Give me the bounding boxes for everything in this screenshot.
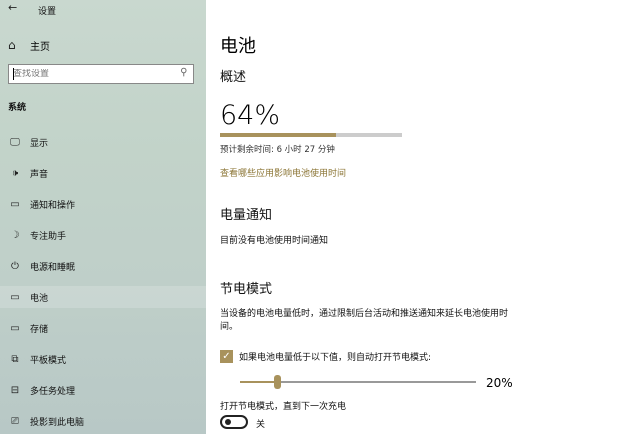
title-bar: ← 设置 [0,0,206,20]
sidebar-item-focus-assist[interactable]: ☽ 专注助手 [0,224,206,246]
home-nav-item[interactable]: ⌂ 主页 [8,36,198,54]
sidebar-item-label: 存储 [30,324,49,335]
sidebar-item-label: 平板模式 [30,355,67,366]
sidebar-item-multitasking[interactable]: ⊟ 多任务处理 [0,379,206,401]
saver-toggle-label: 打开节电模式，直到下一次充电 [220,402,347,412]
sidebar-item-label: 声音 [30,169,49,180]
sidebar-item-label: 投影到此电脑 [30,417,85,428]
back-button[interactable]: ← [8,1,17,14]
sidebar-item-label: 电池 [30,293,49,304]
sidebar-item-label: 显示 [30,138,49,149]
sidebar-item-label: 多任务处理 [30,386,76,397]
sidebar-item-battery[interactable]: ▭ 电池 [0,286,206,308]
remaining-time: 预计剩余时间: 6 小时 27 分钟 [220,145,335,155]
page-title: 电池 [220,36,256,57]
saver-toggle-switch[interactable] [220,415,248,429]
multitask-icon: ⊟ [10,384,20,396]
sidebar-item-tablet-mode[interactable]: ⧉ 平板模式 [0,348,206,370]
sidebar-item-label: 通知和操作 [30,200,76,211]
sidebar: ← 设置 ⌂ 主页 ⚲ 系统 🖵 显示 🕩 声音 ▭ 通知和操作 ☽ 专注助手 … [0,0,206,434]
sidebar-item-label: 电源和睡眠 [30,262,76,273]
slider-value: 20% [486,376,513,390]
description-line: 当设备的电池电量低时，通过限制后台活动和推送通知来延长电池使用时 [220,309,509,319]
slider-filled-track [240,381,278,383]
battery-icon: ▭ [10,291,20,303]
saver-threshold-slider[interactable] [240,374,476,390]
search-input[interactable] [13,69,173,79]
main-content: 电池 概述 64% 预计剩余时间: 6 小时 27 分钟 查看哪些应用影响电池使… [206,0,641,434]
sidebar-item-label: 专注助手 [30,231,67,242]
search-icon[interactable]: ⚲ [180,67,187,78]
battery-level-fill [220,133,337,137]
app-title: 设置 [38,7,57,17]
sidebar-item-sound[interactable]: 🕩 声音 [0,162,206,184]
tablet-icon: ⧉ [11,353,19,365]
monitor-icon: 🖵 [10,136,20,148]
notification-icon: ▭ [10,198,20,210]
power-icon: ⏻ [11,260,19,272]
moon-icon: ☽ [10,229,20,241]
sidebar-item-project[interactable]: ⎚ 投影到此电脑 [0,410,206,432]
notification-text: 目前没有电池使用时间通知 [220,236,329,246]
sidebar-item-storage[interactable]: ▭ 存储 [0,317,206,339]
sidebar-item-power-sleep[interactable]: ⏻ 电源和睡眠 [0,255,206,277]
speaker-icon: 🕩 [11,167,19,179]
battery-saver-description: 当设备的电池电量低时，通过限制后台活动和推送通知来延长电池使用时 间。 [220,308,508,334]
auto-saver-checkbox-row[interactable]: ✓ 如果电池电量低于以下值，则自动打开节电模式: [220,350,431,363]
description-line: 间。 [220,322,239,332]
text-cursor [13,68,14,80]
notification-heading: 电量通知 [220,208,273,223]
slider-thumb[interactable] [274,375,282,389]
auto-saver-checkbox-label: 如果电池电量低于以下值，则自动打开节电模式: [239,353,432,363]
battery-percent: 64% [220,100,281,131]
section-label: 系统 [8,103,27,113]
auto-saver-checkbox[interactable]: ✓ [220,350,233,363]
battery-usage-link[interactable]: 查看哪些应用影响电池使用时间 [220,166,346,179]
toggle-knob [225,419,231,425]
home-label: 主页 [30,41,50,53]
storage-icon: ▭ [10,322,20,334]
sidebar-item-display[interactable]: 🖵 显示 [0,131,206,153]
battery-saver-heading: 节电模式 [220,282,273,297]
battery-level-bar [220,133,402,137]
search-box[interactable]: ⚲ [8,64,194,84]
overview-heading: 概述 [220,70,247,85]
sidebar-item-notifications[interactable]: ▭ 通知和操作 [0,193,206,215]
project-icon: ⎚ [11,415,19,427]
home-icon: ⌂ [8,38,16,52]
saver-toggle-state: 关 [256,420,266,430]
